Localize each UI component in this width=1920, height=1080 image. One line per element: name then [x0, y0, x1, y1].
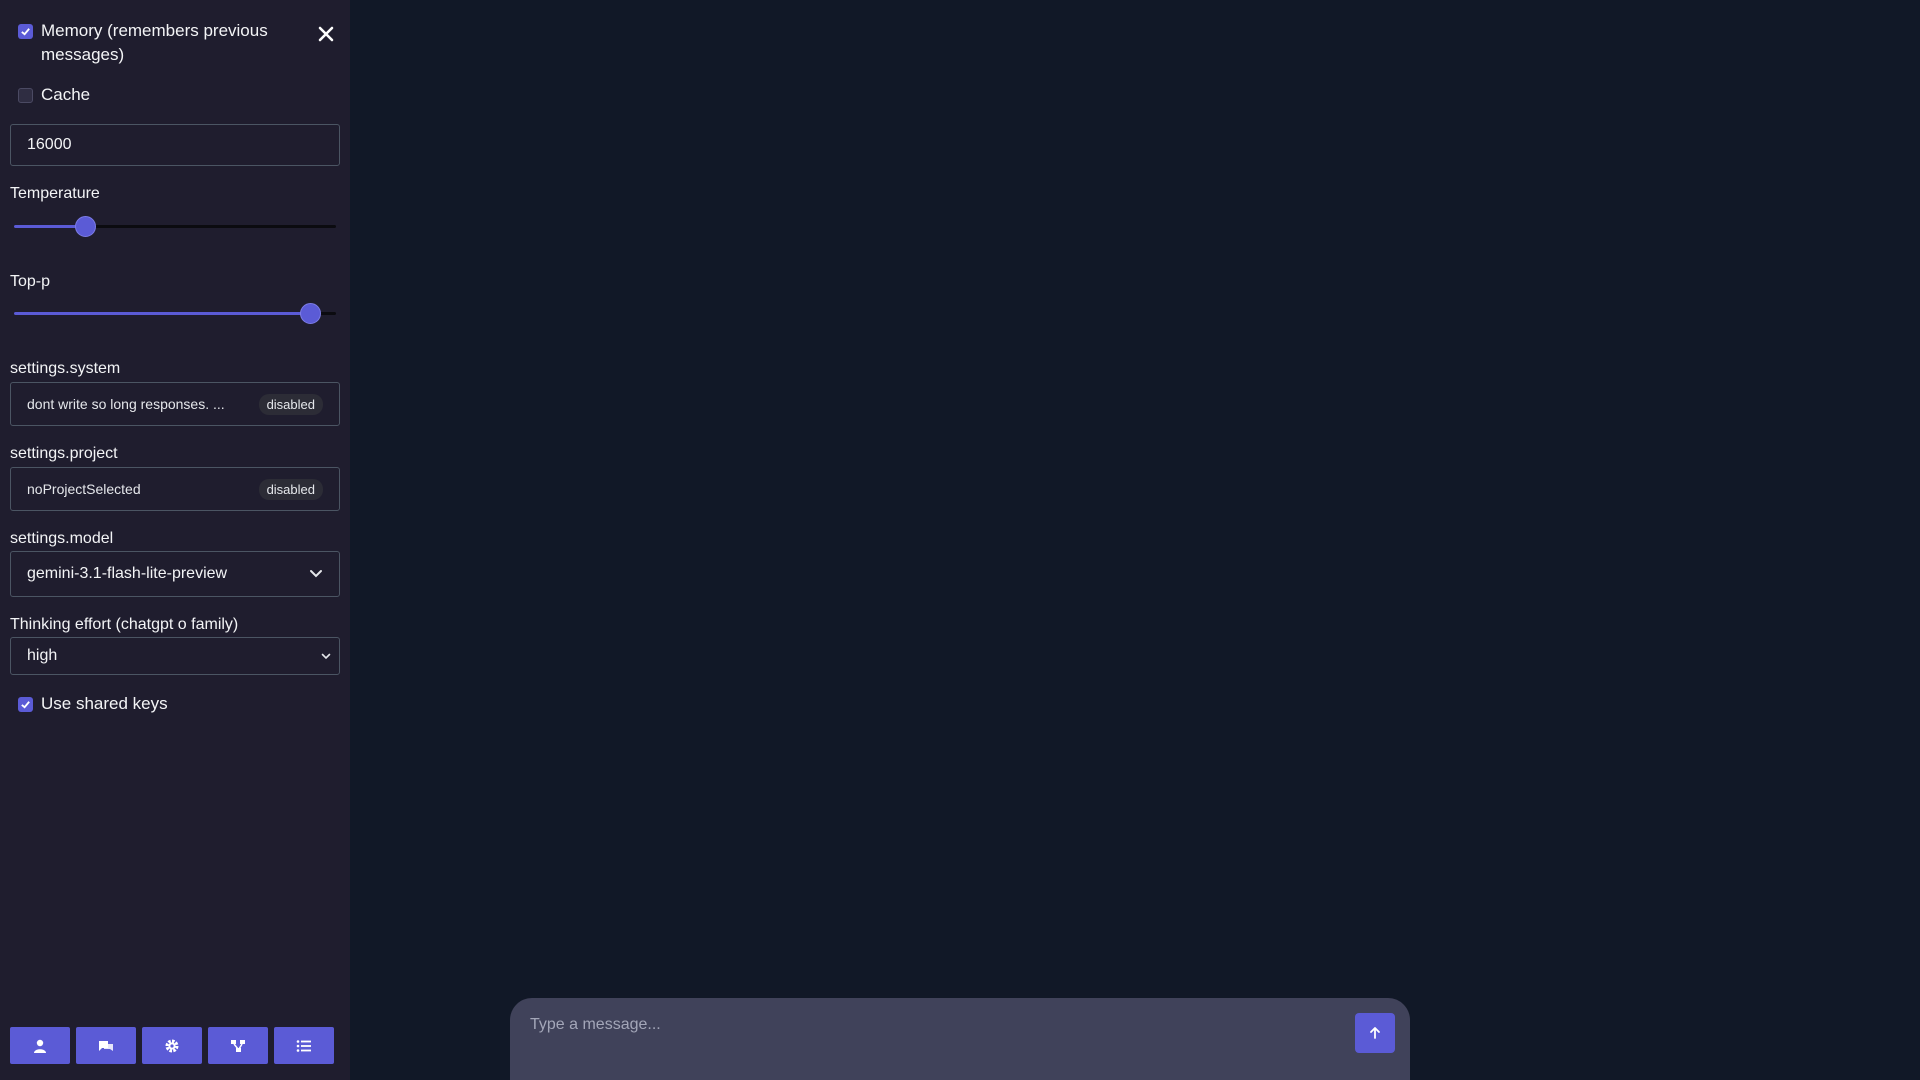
cache-label: Cache [41, 85, 91, 104]
project-status-badge: disabled [258, 478, 323, 500]
model-label: settings.model [10, 530, 114, 547]
check-icon [21, 28, 30, 36]
memory-toggle[interactable]: Memory (remembers previous messages) [18, 19, 298, 67]
shared-keys-toggle[interactable]: Use shared keys [18, 692, 168, 716]
close-sidebar-button[interactable] [312, 20, 340, 48]
gear-icon [165, 1039, 179, 1052]
top-p-label: Top-p [10, 273, 51, 290]
temperature-slider-thumb[interactable] [74, 216, 96, 237]
project-value: noProjectSelected [27, 481, 141, 497]
thinking-effort-value: high [27, 647, 58, 664]
chevron-down-icon [310, 570, 322, 578]
close-icon [318, 26, 334, 42]
system-prompt-field[interactable]: dont write so long responses. ... disabl… [10, 382, 340, 426]
project-label: settings.project [10, 445, 118, 462]
shared-keys-label: Use shared keys [41, 694, 168, 713]
temperature-slider[interactable] [14, 216, 336, 237]
message-input[interactable] [530, 1012, 1330, 1038]
top-p-slider-thumb[interactable] [300, 303, 322, 324]
shared-keys-checkbox[interactable] [18, 697, 33, 712]
chat-main-area [350, 0, 1920, 1080]
temperature-label: Temperature [10, 185, 100, 202]
memory-checkbox[interactable] [18, 24, 33, 39]
nav-settings-button[interactable] [142, 1027, 202, 1064]
model-select[interactable]: gemini-3.1-flash-lite-preview [10, 551, 340, 597]
nav-share-button[interactable] [208, 1027, 268, 1064]
nav-chat-history-button[interactable] [76, 1027, 136, 1064]
list-icon [296, 1039, 311, 1052]
nav-list-button[interactable] [274, 1027, 334, 1064]
cache-checkbox[interactable] [18, 88, 33, 103]
thinking-effort-label: Thinking effort (chatgpt o family) [10, 616, 239, 633]
system-prompt-value: dont write so long responses. ... [27, 396, 225, 412]
max-tokens-input[interactable] [10, 124, 340, 166]
project-field[interactable]: noProjectSelected disabled [10, 467, 340, 511]
arrow-up-icon [1370, 1027, 1380, 1039]
settings-sidebar: Memory (remembers previous messages) Cac… [0, 0, 350, 1080]
model-selected-value: gemini-3.1-flash-lite-preview [27, 565, 228, 582]
chevron-down-icon [321, 653, 331, 659]
user-icon [34, 1039, 46, 1053]
check-icon [21, 701, 30, 709]
memory-label: Memory (remembers previous messages) [41, 21, 268, 64]
chat-history-icon [99, 1040, 113, 1051]
cache-toggle[interactable]: Cache [18, 83, 90, 107]
system-label: settings.system [10, 360, 121, 377]
thinking-effort-select[interactable]: high [10, 637, 340, 675]
system-status-badge: disabled [258, 393, 323, 415]
share-nodes-icon [231, 1039, 245, 1052]
send-button[interactable] [1355, 1013, 1395, 1053]
top-p-slider[interactable] [14, 303, 336, 324]
nav-user-button[interactable] [10, 1027, 70, 1064]
bottom-nav [10, 1027, 334, 1064]
message-composer [510, 998, 1410, 1080]
